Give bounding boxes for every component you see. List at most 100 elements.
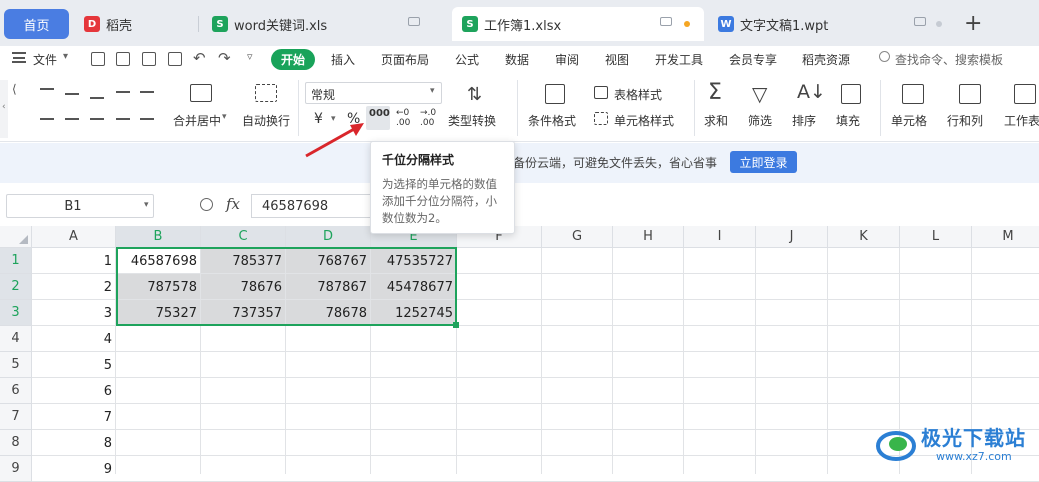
cell-a5[interactable]: 5	[32, 352, 116, 378]
zoom-icon[interactable]	[200, 198, 213, 211]
command-search[interactable]: 查找命令、搜索模板	[895, 51, 1003, 68]
cell-a7[interactable]: 7	[32, 404, 116, 430]
filter-button[interactable]: 筛选	[748, 112, 772, 129]
column-header-m[interactable]: M	[972, 226, 1039, 248]
row-header-5[interactable]: 5	[0, 352, 32, 378]
row-header-3[interactable]: 3	[0, 300, 32, 326]
wrap-text-icon[interactable]	[255, 84, 277, 102]
cell-a3[interactable]: 3	[32, 300, 116, 326]
row-header-1[interactable]: 1	[0, 248, 32, 274]
justify-icon[interactable]	[116, 118, 130, 120]
menu-insert[interactable]: 插入	[331, 51, 355, 68]
fill-icon[interactable]	[841, 84, 861, 104]
cell-c3[interactable]: 737357	[201, 300, 286, 326]
menu-developer[interactable]: 开发工具	[655, 51, 703, 68]
cell-d3[interactable]: 78678	[286, 300, 371, 326]
indent-increase-icon[interactable]	[140, 91, 154, 93]
column-header-g[interactable]: G	[542, 226, 613, 248]
column-header-i[interactable]: I	[684, 226, 756, 248]
column-header-c[interactable]: C	[201, 226, 286, 248]
decrease-decimal-button[interactable]: →.0 .00	[420, 108, 438, 128]
align-middle-icon[interactable]	[65, 93, 79, 95]
table-style-button[interactable]: 表格样式	[614, 86, 662, 103]
menu-formula[interactable]: 公式	[455, 51, 479, 68]
cell-e3[interactable]: 1252745	[371, 300, 457, 326]
filter-icon[interactable]: ▽	[752, 82, 767, 106]
cell-b1[interactable]: 46587698	[116, 248, 201, 274]
new-tab-button[interactable]: +	[964, 11, 982, 36]
save-icon[interactable]	[91, 52, 105, 66]
wrap-text-button[interactable]: 自动换行	[242, 112, 290, 129]
fx-icon[interactable]: fx	[226, 195, 240, 213]
merge-center-icon[interactable]	[190, 84, 212, 102]
distributed-icon[interactable]	[140, 118, 154, 120]
column-header-h[interactable]: H	[613, 226, 684, 248]
cell-a2[interactable]: 2	[32, 274, 116, 300]
menu-daoke-resources[interactable]: 稻壳资源	[802, 51, 850, 68]
align-right-icon[interactable]	[90, 118, 104, 120]
row-header-6[interactable]: 6	[0, 378, 32, 404]
fill-handle[interactable]	[453, 322, 459, 328]
export-icon[interactable]	[116, 52, 130, 66]
type-convert-icon[interactable]: ⇅	[467, 84, 482, 105]
row-header-8[interactable]: 8	[0, 430, 32, 456]
chevron-down-icon[interactable]: ▾	[63, 51, 68, 62]
cell-b2[interactable]: 787578	[116, 274, 201, 300]
cell-a1[interactable]: 1	[32, 248, 116, 274]
column-header-d[interactable]: D	[286, 226, 371, 248]
name-box[interactable]: B1	[6, 194, 154, 218]
menu-view[interactable]: 视图	[605, 51, 629, 68]
sort-icon[interactable]: A↓	[797, 81, 826, 103]
row-col-icon[interactable]	[959, 84, 981, 104]
menu-file[interactable]: 文件	[33, 51, 57, 68]
indent-decrease-icon[interactable]	[116, 91, 130, 93]
row-header-4[interactable]: 4	[0, 326, 32, 352]
cell-d1[interactable]: 768767	[286, 248, 371, 274]
fill-button[interactable]: 填充	[836, 112, 860, 129]
cell-icon[interactable]	[902, 84, 924, 104]
worksheet-icon[interactable]	[1014, 84, 1036, 104]
cell-style-button[interactable]: 单元格样式	[614, 112, 674, 129]
print-icon[interactable]	[142, 52, 156, 66]
cell-c1[interactable]: 785377	[201, 248, 286, 274]
align-center-icon[interactable]	[65, 118, 79, 120]
cell-e2[interactable]: 45478677	[371, 274, 457, 300]
table-style-icon[interactable]	[594, 86, 608, 99]
increase-decimal-button[interactable]: ←0 .00	[396, 108, 414, 128]
cell-a6[interactable]: 6	[32, 378, 116, 404]
row-header-7[interactable]: 7	[0, 404, 32, 430]
cell-c2[interactable]: 78676	[201, 274, 286, 300]
print-preview-icon[interactable]	[168, 52, 182, 66]
row-col-button[interactable]: 行和列	[947, 112, 983, 129]
text-direction-icon[interactable]: ⟨	[12, 82, 17, 96]
menu-review[interactable]: 审阅	[555, 51, 579, 68]
sum-icon[interactable]: Σ	[708, 80, 722, 105]
column-header-l[interactable]: L	[900, 226, 972, 248]
align-top-icon[interactable]	[40, 88, 54, 90]
cell-style-icon[interactable]	[594, 112, 608, 125]
cell-a9[interactable]: 9	[32, 456, 116, 482]
align-left-icon[interactable]	[40, 118, 54, 120]
merge-dropdown-icon[interactable]: ▾	[222, 112, 227, 122]
tab-home[interactable]: 首页	[4, 9, 69, 39]
cell-e1[interactable]: 47535727	[371, 248, 457, 274]
merge-center-button[interactable]: 合并居中	[173, 112, 221, 129]
cell-d2[interactable]: 787867	[286, 274, 371, 300]
type-convert-button[interactable]: 类型转换	[448, 112, 496, 129]
cell-a4[interactable]: 4	[32, 326, 116, 352]
conditional-format-icon[interactable]	[545, 84, 565, 104]
menu-page-layout[interactable]: 页面布局	[381, 51, 429, 68]
tab-daoke[interactable]: D 稻壳	[74, 7, 194, 41]
column-header-b[interactable]: B	[116, 226, 201, 248]
sum-button[interactable]: 求和	[704, 112, 728, 129]
search-icon[interactable]	[879, 51, 890, 62]
redo-icon[interactable]: ↷	[218, 49, 231, 67]
row-header-9[interactable]: 9	[0, 456, 32, 482]
align-bottom-icon[interactable]	[90, 97, 104, 99]
undo-icon[interactable]: ↶	[193, 49, 206, 67]
login-button[interactable]: 立即登录	[730, 151, 797, 173]
menu-start[interactable]: 开始	[271, 49, 316, 70]
sort-button[interactable]: 排序	[792, 112, 816, 129]
menu-member[interactable]: 会员专享	[729, 51, 777, 68]
column-header-k[interactable]: K	[828, 226, 900, 248]
